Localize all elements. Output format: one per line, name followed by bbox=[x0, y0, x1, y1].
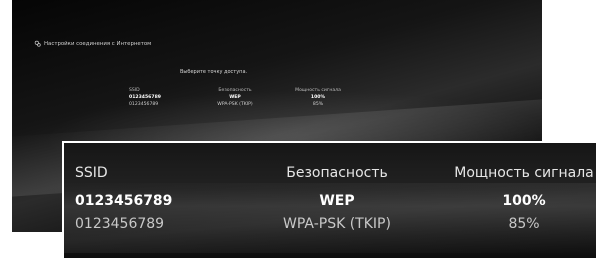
zoomed-access-point-row[interactable]: 0123456789 WEP 100% bbox=[64, 193, 596, 213]
screen-header: Настройки соединения с Интернетом bbox=[34, 40, 151, 47]
security-cell: WEP bbox=[319, 193, 355, 209]
column-header-signal: Мощность сигнала bbox=[454, 165, 594, 181]
zoomed-access-point-row[interactable]: 0123456789 WPA-PSK (TKIP) 85% bbox=[64, 216, 596, 236]
zoomed-header-row: SSID Безопасность Мощность сигнала bbox=[64, 165, 596, 185]
signal-cell: 100% bbox=[502, 193, 546, 209]
ssid-cell: 0123456789 bbox=[75, 216, 165, 232]
network-settings-icon bbox=[34, 40, 41, 47]
column-header-ssid: SSID bbox=[129, 88, 140, 93]
security-cell: WPA-PSK (TKIP) bbox=[283, 216, 391, 232]
signal-cell: 100% bbox=[310, 95, 326, 100]
signal-cell: 85% bbox=[508, 216, 540, 232]
ssid-cell: 0123456789 bbox=[129, 102, 159, 107]
signal-cell: 85% bbox=[312, 102, 324, 107]
security-cell: WPA-PSK (TKIP) bbox=[217, 102, 253, 107]
column-header-signal: Мощность сигнала bbox=[295, 88, 341, 93]
column-header-security: Безопасность bbox=[218, 88, 252, 93]
column-header-security: Безопасность bbox=[286, 165, 388, 181]
screen-title: Настройки соединения с Интернетом bbox=[44, 40, 152, 47]
security-cell: WEP bbox=[229, 95, 241, 100]
ssid-cell: 0123456789 bbox=[75, 193, 173, 209]
zoomed-table-inset: SSID Безопасность Мощность сигнала 01234… bbox=[64, 143, 596, 258]
column-header-ssid: SSID bbox=[75, 165, 108, 181]
ssid-cell: 0123456789 bbox=[129, 95, 161, 100]
access-point-prompt: Выберите точку доступа. bbox=[180, 69, 248, 75]
